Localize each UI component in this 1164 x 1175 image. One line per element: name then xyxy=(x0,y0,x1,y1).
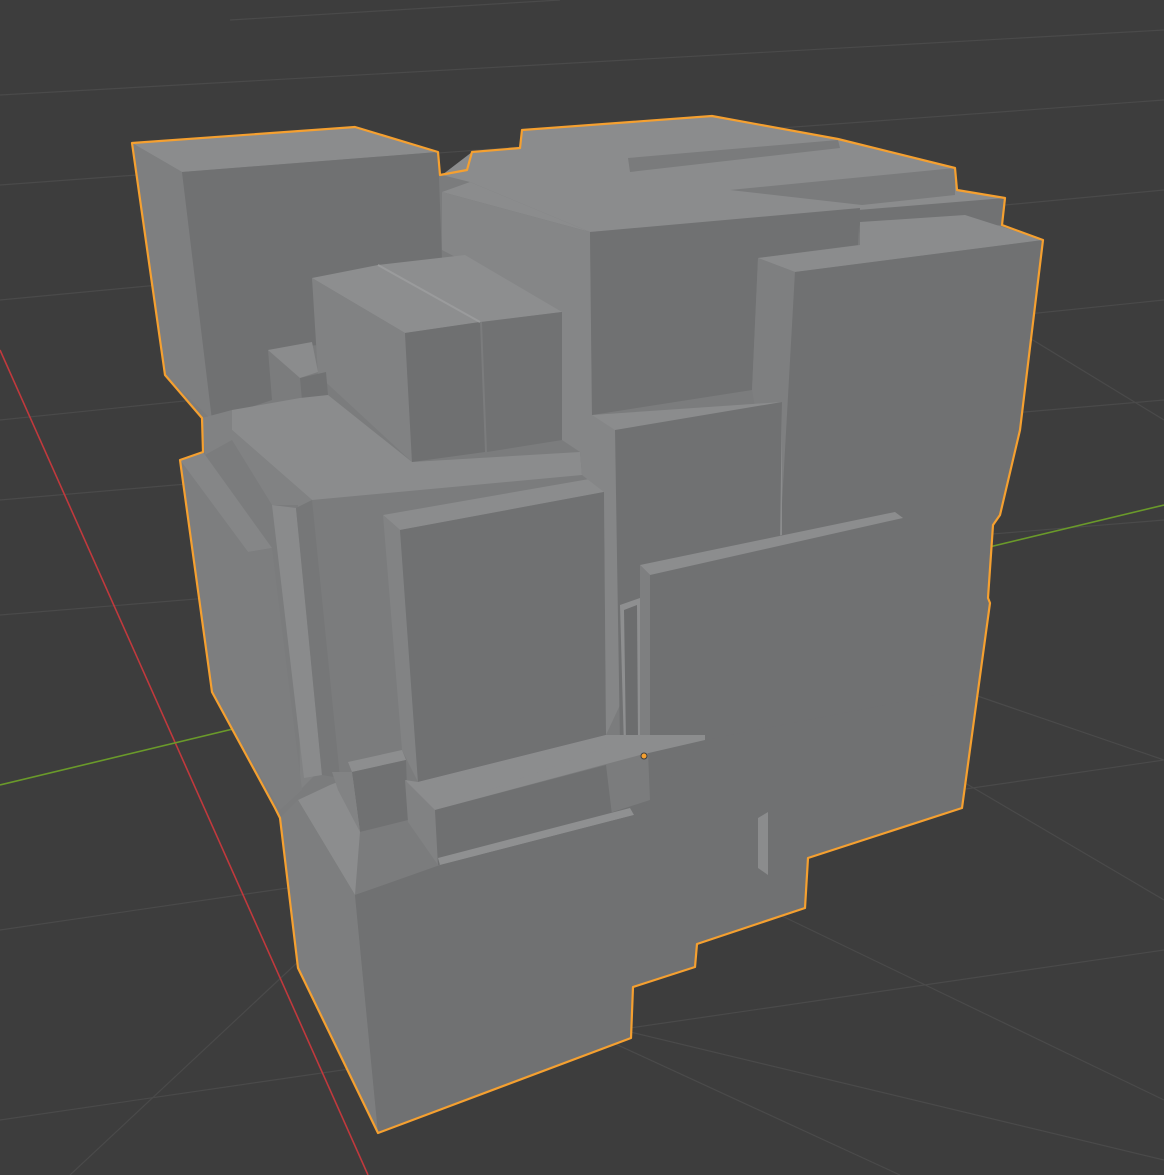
right-ledge-side xyxy=(640,565,650,748)
center-box-front xyxy=(400,492,606,782)
viewport-canvas[interactable] xyxy=(0,0,1164,1175)
lower-small-cube-front xyxy=(352,760,408,832)
greeble-cube-mesh[interactable] xyxy=(130,114,1045,1135)
vertical-notch xyxy=(758,812,768,875)
3d-viewport[interactable] xyxy=(0,0,1164,1175)
object-origin-point[interactable] xyxy=(640,752,648,760)
small-cube-a-front xyxy=(405,322,485,462)
small-cube-b-front xyxy=(482,312,562,452)
vertical-divider-front xyxy=(624,605,638,743)
